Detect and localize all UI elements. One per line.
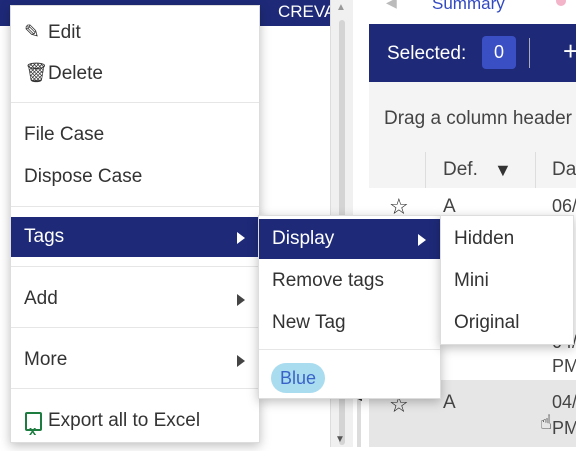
menu-item-label: Tags <box>24 226 65 247</box>
tab-indicator-dot <box>556 0 566 6</box>
chevron-right-icon <box>237 232 245 244</box>
menu-item-add[interactable]: Add <box>11 279 259 319</box>
menu-divider <box>11 388 259 389</box>
add-icon[interactable]: + <box>563 36 576 66</box>
pencil-icon: ✎ <box>24 22 40 43</box>
display-option-mini[interactable]: Mini <box>441 261 573 301</box>
row-date: 06/ <box>552 196 576 216</box>
menu-item-file-case[interactable]: File Case <box>11 115 259 155</box>
menu-item-label: Delete <box>48 63 103 84</box>
row-time: PM <box>552 356 576 376</box>
trash-icon: 🗑 <box>24 63 49 84</box>
column-header-date[interactable]: Da <box>552 159 576 181</box>
submenu-item-display[interactable]: Display <box>259 219 440 259</box>
menu-item-delete[interactable]: 🗑 Delete <box>11 54 259 94</box>
display-submenu: Hidden Mini Original <box>440 215 574 345</box>
selected-count-badge: 0 <box>482 36 516 69</box>
tab-scroll-left-icon[interactable]: ◀ <box>386 0 397 11</box>
submenu-item-new-tag[interactable]: New Tag <box>259 303 440 343</box>
menu-item-label: Display <box>272 228 335 249</box>
row-time: PM <box>552 418 576 438</box>
menu-item-more[interactable]: More <box>11 340 259 380</box>
excel-icon: x <box>25 412 42 438</box>
display-option-original[interactable]: Original <box>441 303 573 343</box>
column-header-def[interactable]: Def. <box>443 159 478 181</box>
menu-item-label: Add <box>24 288 58 309</box>
tab-summary[interactable]: Summary <box>432 0 505 14</box>
menu-divider <box>11 206 259 207</box>
selected-label: Selected: <box>387 43 467 64</box>
menu-item-label: Export all to Excel <box>48 410 201 431</box>
menu-item-dispose-case[interactable]: Dispose Case <box>11 157 259 197</box>
context-menu: ✎ Edit 🗑 Delete File Case Dispose Case T… <box>10 5 260 443</box>
tag-chip-blue[interactable]: Blue <box>271 363 326 393</box>
menu-item-label: More <box>24 349 68 370</box>
menu-item-edit[interactable]: ✎ Edit <box>11 13 259 53</box>
menu-item-export-excel[interactable]: x Export all to Excel <box>11 401 259 441</box>
display-option-hidden[interactable]: Hidden <box>441 219 573 259</box>
menu-item-label: File Case <box>24 124 105 145</box>
chevron-right-icon <box>237 355 245 367</box>
grid-toolbar: Selected: 0 + <box>369 24 576 82</box>
chevron-right-icon <box>418 234 426 246</box>
menu-divider <box>11 102 259 103</box>
grid-header: Def. ▼ Da <box>369 152 576 189</box>
menu-item-label: Mini <box>454 270 489 291</box>
row-date: 04/ <box>552 392 576 412</box>
row-def: A <box>443 392 456 413</box>
menu-divider <box>11 266 259 267</box>
scroll-up-icon[interactable]: ▲ <box>336 2 346 13</box>
menu-item-tags[interactable]: Tags <box>11 217 259 257</box>
case-caption: CREVA <box>278 2 336 21</box>
column-divider <box>425 152 426 188</box>
menu-item-label: New Tag <box>272 312 346 333</box>
menu-item-label: Edit <box>48 22 81 43</box>
menu-item-label: Dispose Case <box>24 166 143 187</box>
tab-strip: ◀ Summary <box>364 0 576 22</box>
menu-item-label: Hidden <box>454 228 515 249</box>
menu-divider <box>11 327 259 328</box>
toolbar-divider <box>529 38 530 68</box>
column-divider <box>535 152 536 188</box>
filter-icon[interactable]: ▼ <box>494 160 512 181</box>
chevron-right-icon <box>237 294 245 306</box>
tags-submenu: Display Remove tags New Tag Blue <box>258 215 441 399</box>
group-by-area[interactable]: Drag a column header <box>369 82 576 153</box>
menu-divider <box>259 349 440 350</box>
menu-item-label: Remove tags <box>272 270 384 291</box>
scroll-down-icon[interactable]: ▼ <box>335 434 345 445</box>
group-by-hint: Drag a column header <box>384 108 572 129</box>
hand-cursor-icon: ☝ <box>540 412 553 434</box>
menu-item-label: Original <box>454 312 520 333</box>
submenu-item-remove-tags[interactable]: Remove tags <box>259 261 440 301</box>
